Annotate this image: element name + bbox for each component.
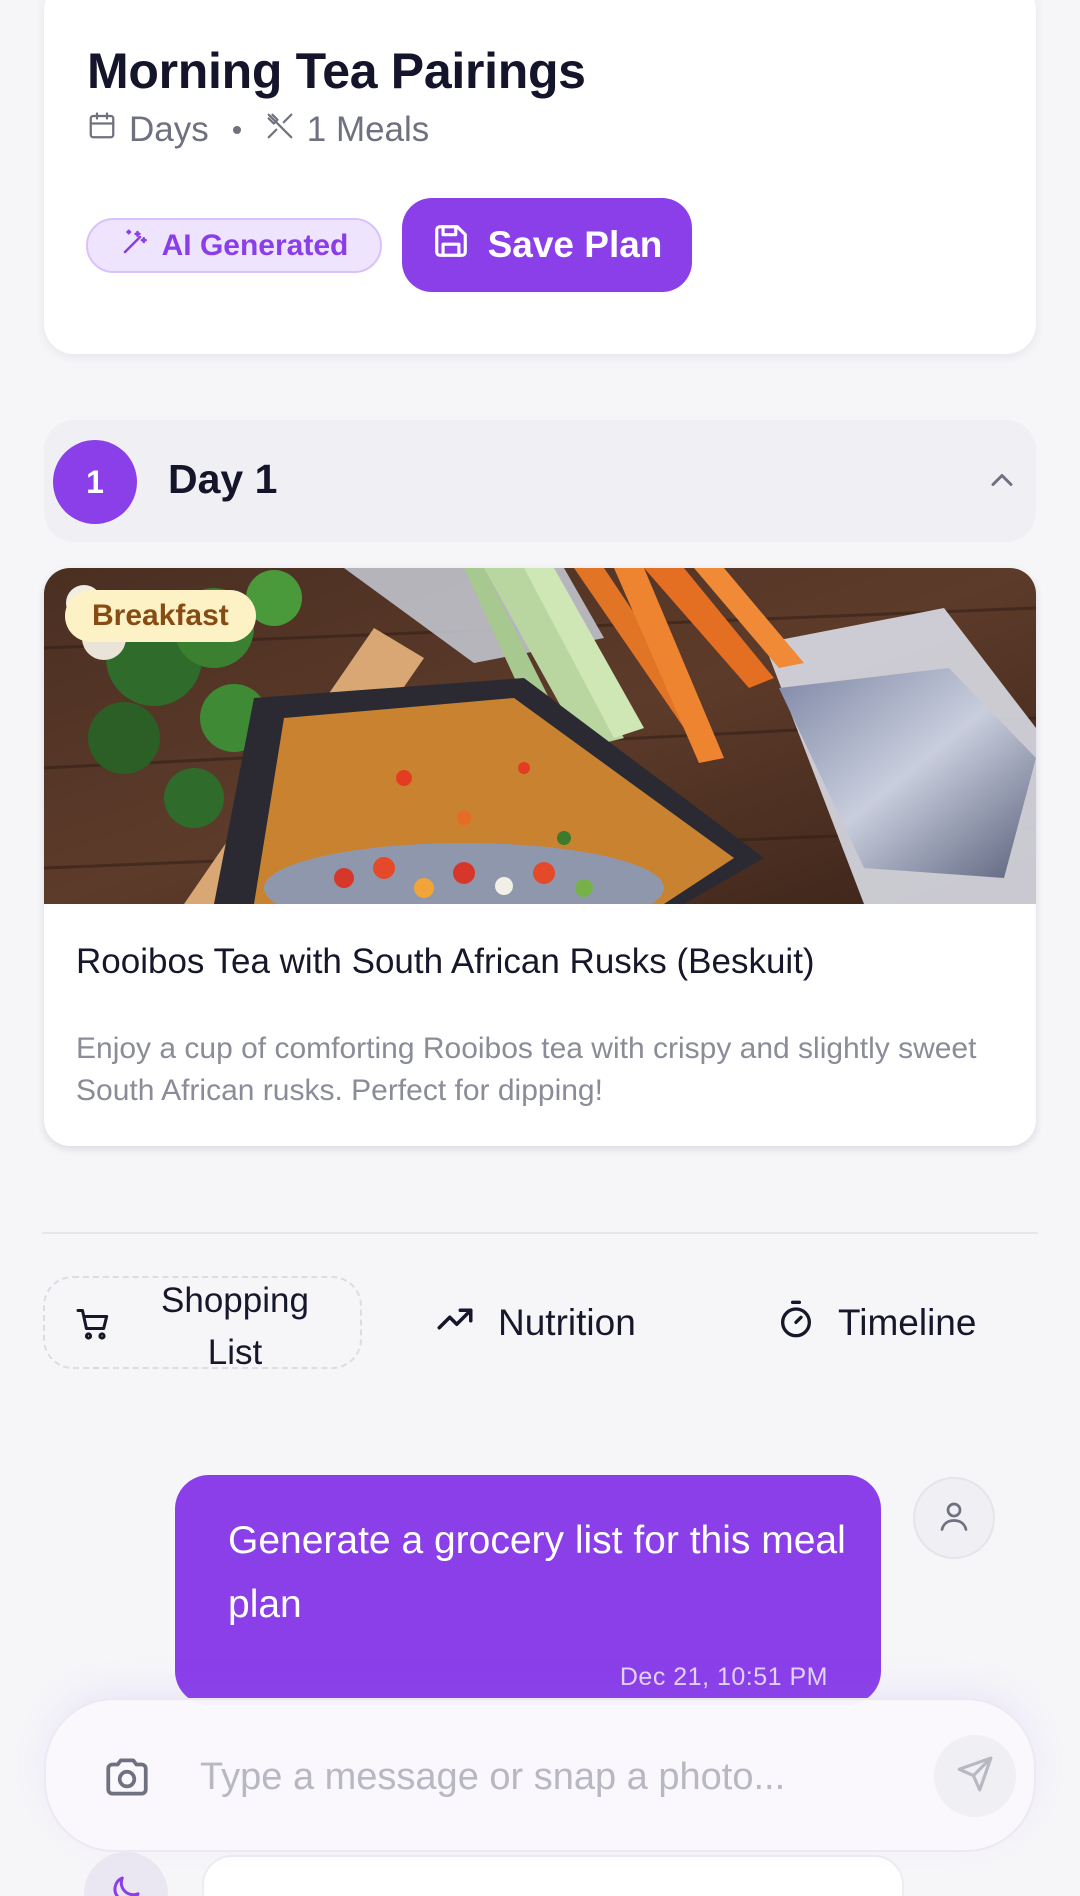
section-divider [42, 1232, 1038, 1234]
chevron-up-icon[interactable] [984, 462, 1020, 498]
timeline-label: Timeline [838, 1302, 977, 1343]
nutrition-label: Nutrition [498, 1302, 636, 1343]
plan-header-card: Morning Tea Pairings Days 1 Meals AI Gen… [44, 0, 1036, 354]
plan-meta: Days 1 Meals [87, 108, 429, 152]
meal-type-badge: Breakfast [65, 590, 256, 642]
calendar-icon [87, 110, 117, 150]
ai-generated-badge: AI Generated [86, 218, 382, 273]
avatar [913, 1477, 995, 1559]
message-composer [44, 1698, 1036, 1852]
shopping-list-button[interactable]: Shopping List [43, 1276, 362, 1372]
day-section-header[interactable]: 1 Day 1 [44, 420, 1036, 542]
days-label: Days [129, 110, 209, 149]
stopwatch-icon [776, 1299, 816, 1348]
shopping-label-line2: List [207, 1333, 263, 1372]
plan-title: Morning Tea Pairings [87, 43, 586, 99]
trending-up-icon [434, 1298, 476, 1349]
day-number-badge: 1 [53, 440, 137, 524]
camera-icon[interactable] [102, 1752, 152, 1802]
save-plan-button[interactable]: Save Plan [402, 198, 692, 292]
utensils-crossed-icon [265, 110, 295, 150]
meals-count: 1 Meals [306, 110, 430, 149]
meta-separator [232, 126, 241, 134]
message-input[interactable] [200, 1744, 800, 1810]
theme-toggle-button[interactable] [84, 1852, 168, 1896]
send-icon [956, 1755, 994, 1798]
user-icon [936, 1498, 972, 1539]
ai-badge-label: AI Generated [161, 228, 349, 262]
message-timestamp: Dec 21, 10:51 PM [619, 1663, 828, 1691]
shopping-label-line1: Shopping [161, 1281, 309, 1320]
timeline-button[interactable]: Timeline [776, 1296, 976, 1350]
meal-plan-screen: Morning Tea Pairings Days 1 Meals AI Gen… [0, 0, 1080, 1896]
save-plan-label: Save Plan [487, 224, 663, 265]
send-button[interactable] [934, 1735, 1016, 1817]
magic-wand-icon [120, 227, 150, 265]
meal-name: Rooibos Tea with South African Rusks (Be… [76, 942, 815, 981]
meal-description: Enjoy a cup of comforting Rooibos tea wi… [76, 1032, 977, 1107]
user-message-bubble: Generate a grocery list for this meal pl… [175, 1475, 881, 1705]
nutrition-button[interactable]: Nutrition [434, 1296, 636, 1350]
meal-card[interactable]: Breakfast Rooibos Tea with South African… [44, 568, 1036, 1146]
user-message-text: Generate a grocery list for this meal pl… [228, 1519, 846, 1626]
shopping-list-label: Shopping List [135, 1275, 335, 1379]
bottom-card [202, 1855, 904, 1896]
floppy-disk-icon [432, 222, 470, 269]
day-title: Day 1 [168, 456, 278, 502]
